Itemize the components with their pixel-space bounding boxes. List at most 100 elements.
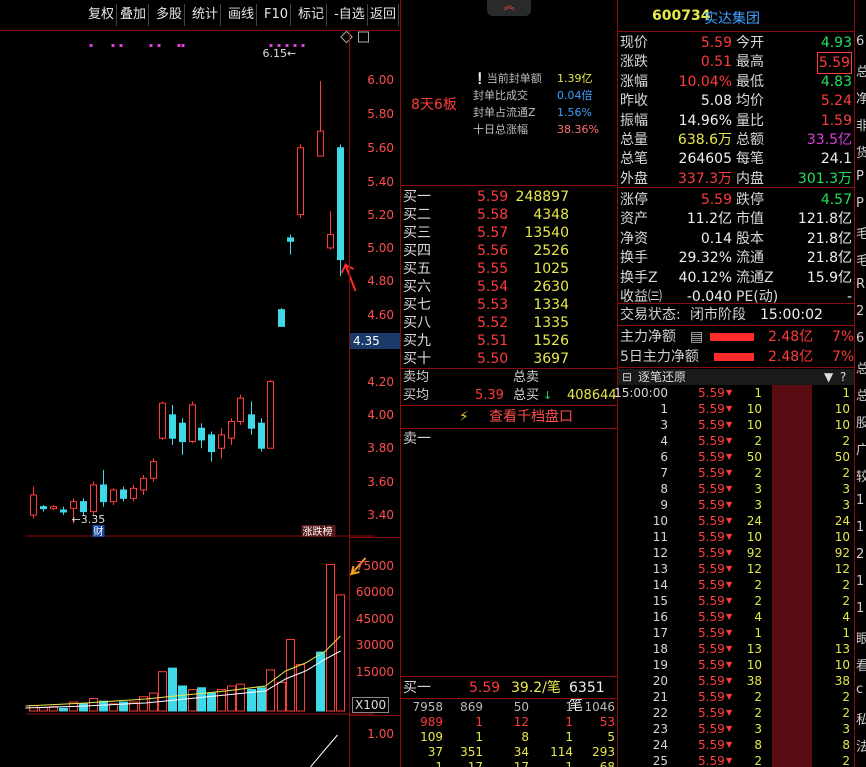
- candle-body: [287, 237, 294, 242]
- candle-body: [30, 494, 37, 516]
- tick-row: 4 5.59 ▼ 2 2: [660, 434, 850, 448]
- candle-body: [337, 147, 344, 261]
- volume-bar: [236, 683, 245, 712]
- toolbar-button-1[interactable]: 叠加: [118, 4, 150, 26]
- stock-title: 600734 实达集团: [652, 8, 760, 27]
- bid-row[interactable]: 买九 5.51 1526: [403, 332, 617, 350]
- price-tick: 3.80: [367, 441, 394, 455]
- edge-text: 2: [856, 547, 865, 562]
- toolbar-button-3[interactable]: 统计: [190, 4, 222, 26]
- toolbar-button-5[interactable]: F10: [262, 4, 292, 26]
- bid-row[interactable]: 买六 5.54 2630: [403, 278, 617, 296]
- tick-row: 15:00:00 5.59 ▼ 1 1: [614, 386, 850, 400]
- rank-badge[interactable]: 涨跌榜: [303, 525, 333, 538]
- buy-avg-row: 买均 5.39 总买 ↓ 408644: [403, 388, 617, 403]
- volume-unit: X100: [352, 697, 390, 713]
- toolbar-button-8[interactable]: 返回: [368, 4, 400, 26]
- edge-text: 总: [856, 61, 866, 80]
- volume-bar: [79, 703, 88, 712]
- edge-text: R: [856, 277, 866, 292]
- candle-body: [218, 434, 225, 449]
- quote-row: 现价 5.59 今开 4.93: [620, 35, 852, 51]
- tick-header: ⊟ 逐笔还原 ▼ ?: [618, 369, 854, 385]
- candle-body: [297, 147, 304, 216]
- candle-body: [248, 414, 255, 429]
- candle-body: [159, 402, 166, 439]
- tick-row: 10 5.59 ▼ 24 24: [652, 514, 850, 528]
- edge-text: 1: [856, 601, 865, 616]
- volume-bar: [188, 689, 197, 712]
- high-label: 6.15←: [263, 47, 297, 60]
- buy-one-queue-header: 买一 5.59 39.2/笔 6351笔: [403, 680, 605, 714]
- toolbar-button-4[interactable]: 画线: [226, 4, 258, 26]
- price-tick: 5.80: [367, 107, 394, 121]
- finance-badge[interactable]: 财: [94, 525, 104, 538]
- bid-row[interactable]: 买二 5.58 4348: [403, 206, 617, 224]
- list-icon[interactable]: ▤: [690, 327, 703, 347]
- bid-row[interactable]: 买七 5.53 1334: [403, 296, 617, 314]
- edge-text: 私: [856, 709, 866, 728]
- tick-row: 16 5.59 ▼ 4 4: [652, 610, 850, 624]
- seal-info-row: ❕当前封单额 1.39亿: [473, 72, 593, 85]
- tick-row: 11 5.59 ▼ 10 10: [652, 530, 850, 544]
- volume-bar: [277, 681, 286, 712]
- quote-row: 资产 11.2亿 市值 121.8亿: [620, 211, 852, 228]
- volume-tick: 60000: [355, 585, 394, 599]
- marker-dot: [89, 44, 93, 47]
- minus-icon[interactable]: ⊟: [622, 369, 632, 385]
- bid-row[interactable]: 买三 5.57 13540: [403, 224, 617, 242]
- candlestick-chart[interactable]: 6.15← ←3.35财 涨跌榜: [0, 31, 400, 767]
- queue-row: 1 17 17 1 68: [435, 760, 615, 767]
- bid-row[interactable]: 买八 5.52 1335: [403, 314, 617, 332]
- tick-row: 3 5.59 ▼ 10 10: [660, 418, 850, 432]
- candle-body: [110, 489, 117, 503]
- queue-row: 37 351 34 114 293: [427, 745, 615, 759]
- toolbar-button-2[interactable]: 多股: [154, 4, 186, 26]
- price-tick: 5.20: [367, 208, 394, 222]
- toolbar-button-6[interactable]: 标记: [296, 4, 328, 26]
- queue-row: 989 1 12 1 53: [420, 715, 615, 729]
- candle-body: [189, 404, 196, 443]
- volume-bar: [197, 687, 206, 712]
- volume-bar: [168, 667, 177, 712]
- board-count: 8天6板: [411, 97, 457, 113]
- low-label: ←3.35: [72, 513, 106, 526]
- collapse-button[interactable]: ︽: [487, 0, 531, 16]
- quote-row: 收益㈢ -0.040 PE(动) -: [620, 289, 852, 305]
- seal-info-row: 十日总涨幅 38.36%: [473, 123, 599, 136]
- seal-info-value: 1.56%: [557, 106, 592, 119]
- volume-bar: [286, 639, 295, 712]
- candle-body: [179, 422, 186, 443]
- chart-toolbar: 复权 叠加 多股 统计 画线 F10 标记 -自选 返回: [0, 0, 400, 31]
- price-tick: 3.60: [367, 475, 394, 489]
- seal-info-value: 1.39亿: [557, 72, 593, 85]
- filter-icon[interactable]: ▼: [824, 369, 833, 385]
- candle-body: [258, 422, 265, 449]
- price-tick: 4.80: [367, 274, 394, 288]
- tick-row: 12 5.59 ▼ 92 92: [652, 546, 850, 560]
- bid-row[interactable]: 买四 5.56 2526: [403, 242, 617, 260]
- quote-row: 涨停 5.59 跌停 4.57: [620, 192, 852, 208]
- bid-row[interactable]: 买一 5.59 248897: [403, 188, 617, 206]
- edge-text: 1: [856, 520, 865, 535]
- price-tick: 4.20: [367, 375, 394, 389]
- volume-tick: 45000: [355, 612, 394, 626]
- tick-row: 24 5.59 ▼ 8 8: [652, 738, 850, 752]
- bid-row[interactable]: 买十 5.50 3697: [403, 350, 617, 368]
- help-icon[interactable]: ?: [840, 369, 846, 385]
- volume-bar: [266, 669, 275, 712]
- sell-avg-row: 卖均 总卖: [403, 370, 540, 385]
- toolbar-button-0[interactable]: 复权: [86, 4, 118, 26]
- bid-row[interactable]: 买五 5.55 1025: [403, 260, 617, 278]
- edge-text: 2: [856, 304, 865, 319]
- edge-text: P: [856, 169, 864, 184]
- indicator-tick: 1.00: [367, 727, 394, 741]
- quote-row: 总笔 264605 每笔 24.1: [620, 151, 852, 168]
- candle-body: [237, 397, 244, 423]
- clipped-side-panel: 6总净非货PP毛毛R26总总股广较11211眼看c私法: [854, 0, 866, 767]
- tick-row: 7 5.59 ▼ 2 2: [660, 466, 850, 480]
- candle-body: [120, 489, 127, 499]
- marker-dot: [181, 44, 185, 47]
- toolbar-button-7[interactable]: -自选: [332, 4, 368, 26]
- thousand-level-link[interactable]: ⚡ 查看千档盘口: [459, 407, 573, 427]
